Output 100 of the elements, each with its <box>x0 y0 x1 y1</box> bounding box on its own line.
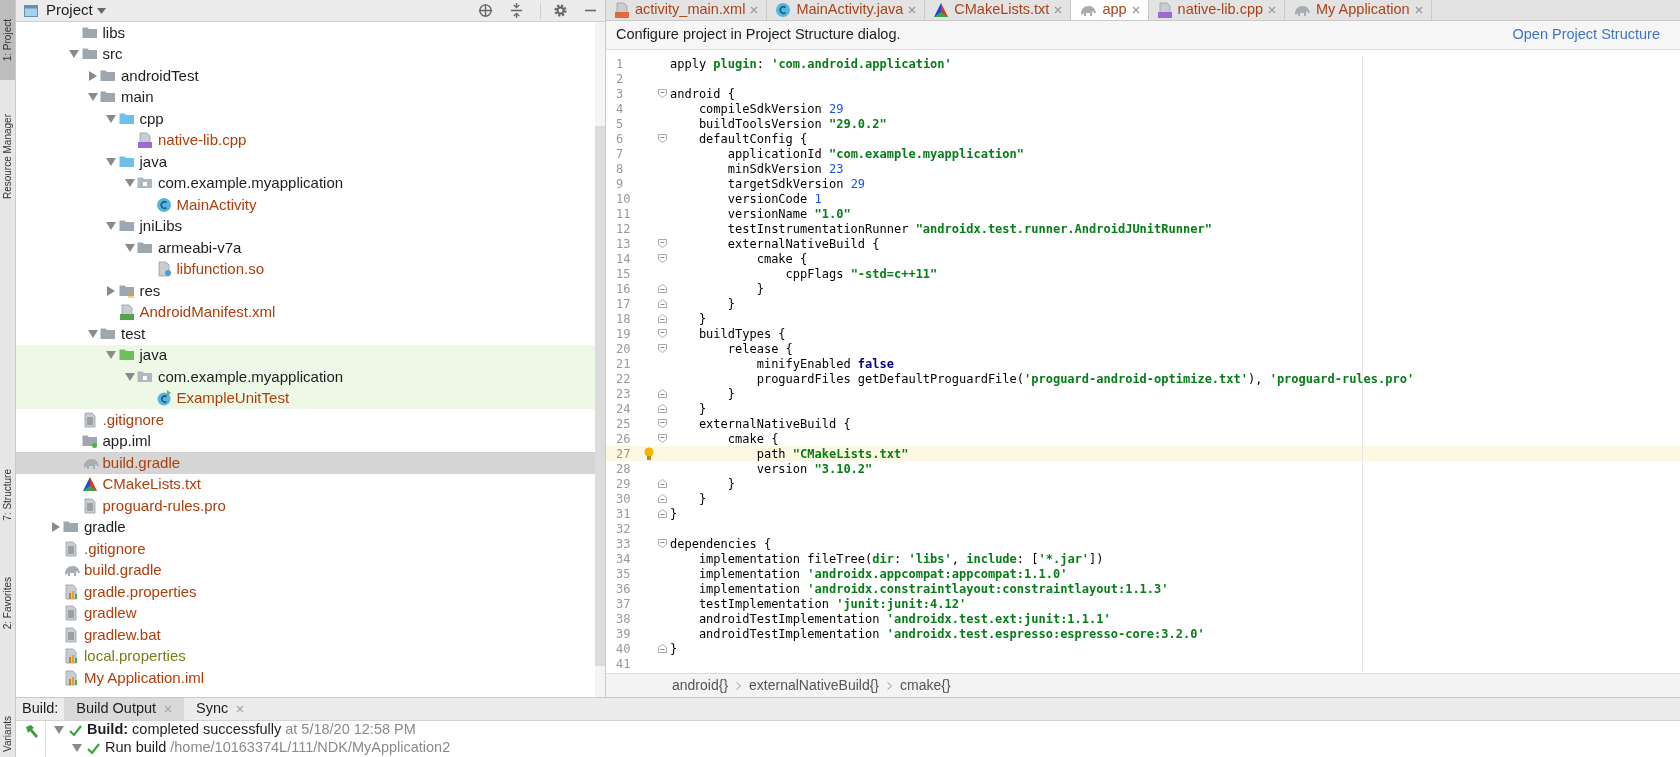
fold-icon[interactable] <box>658 389 667 398</box>
collapse-arrow-icon[interactable] <box>51 522 60 533</box>
close-icon[interactable] <box>1054 6 1063 14</box>
tool-window-tab[interactable]: 7: Structure <box>0 447 15 543</box>
collapse-arrow-icon[interactable] <box>88 70 97 81</box>
expand-arrow-icon[interactable] <box>106 351 116 360</box>
settings-icon[interactable] <box>553 3 568 18</box>
line-number: 7 <box>615 145 625 163</box>
build-tab[interactable]: Build Output <box>64 698 185 720</box>
project-view-dropdown[interactable]: Project <box>46 0 106 22</box>
fold-icon[interactable] <box>658 284 667 293</box>
close-icon[interactable] <box>908 6 917 14</box>
expand-arrow-icon[interactable] <box>87 93 98 102</box>
close-icon[interactable] <box>1131 6 1140 14</box>
tree-row[interactable]: com.example.myapplication <box>16 366 595 388</box>
tree-item-label: .gitignore <box>84 538 146 559</box>
tree-row[interactable]: native-lib.cpp <box>16 129 595 151</box>
code-line: androidTestImplementation 'androidx.test.espresso:espresso-core:3.2.0' <box>697 626 1205 643</box>
tree-row[interactable]: ExampleUnitTest <box>16 387 595 409</box>
fold-icon[interactable] <box>658 299 667 308</box>
code-line: apply plugin: 'com.android.application' <box>670 55 952 73</box>
tool-window-tab[interactable]: 2: Favorites <box>0 553 15 653</box>
tree-row[interactable]: test <box>16 323 595 345</box>
tree-row[interactable]: build.gradle <box>16 559 595 581</box>
fold-icon[interactable] <box>658 539 667 548</box>
fold-icon[interactable] <box>658 89 667 98</box>
tree-row[interactable]: main <box>16 86 595 108</box>
tree-row[interactable]: androidTest <box>16 65 595 87</box>
expand-arrow-icon[interactable] <box>87 329 98 338</box>
fold-icon[interactable] <box>658 329 667 338</box>
tree-item-label: local.properties <box>84 646 186 666</box>
fold-icon[interactable] <box>658 344 667 353</box>
tree-row[interactable]: src <box>16 43 595 65</box>
code-line: } <box>726 475 736 493</box>
code-line: implementation 'androidx.appcompat:appcompat:1.1.0' <box>697 566 1068 583</box>
tree-row[interactable]: jniLibs <box>16 215 595 237</box>
breadcrumb[interactable]: cmake{} <box>900 675 951 696</box>
expand-arrow-icon[interactable] <box>106 114 116 123</box>
fold-icon[interactable] <box>658 419 667 428</box>
collapse-all-icon[interactable] <box>509 3 524 18</box>
expand-arrow-icon[interactable] <box>124 243 135 252</box>
tool-window-tab[interactable]: 1: Project <box>0 0 15 80</box>
lightbulb-icon[interactable] <box>643 446 654 461</box>
breadcrumb[interactable]: externalNativeBuild{} <box>749 675 880 696</box>
code-line: externalNativeBuild { <box>697 415 851 433</box>
close-icon[interactable] <box>1414 6 1423 14</box>
tree-row[interactable]: armeabi-v7a <box>16 237 595 259</box>
fold-icon[interactable] <box>658 644 667 653</box>
tree-item-label: androidTest <box>121 65 199 86</box>
fold-icon[interactable] <box>658 239 667 248</box>
tree-row[interactable]: java <box>16 344 595 366</box>
breadcrumb[interactable]: android{} <box>672 675 729 696</box>
fold-icon[interactable] <box>658 494 667 503</box>
fold-icon[interactable] <box>658 254 667 263</box>
expand-arrow-icon[interactable] <box>106 157 116 166</box>
fold-icon[interactable] <box>658 134 667 143</box>
line-number: 31 <box>615 505 632 523</box>
collapse-arrow-icon[interactable] <box>107 285 115 296</box>
close-icon[interactable] <box>1268 6 1277 14</box>
fold-icon[interactable] <box>658 509 667 518</box>
tree-row[interactable]: .gitignore <box>16 409 595 431</box>
tree-row[interactable]: MainActivity <box>16 194 595 216</box>
tree-row[interactable]: com.example.myapplication <box>16 172 595 194</box>
tree-row[interactable]: gradle <box>16 516 595 538</box>
tree-row[interactable]: cpp <box>16 108 595 130</box>
tree-row[interactable]: proguard-rules.pro <box>16 495 595 517</box>
expand-arrow-icon[interactable] <box>72 744 82 752</box>
editor-tab[interactable]: app <box>1071 0 1149 20</box>
tree-row[interactable]: libs <box>16 22 595 44</box>
close-icon[interactable] <box>750 6 759 14</box>
open-project-structure-link[interactable]: Open Project Structure <box>1512 24 1660 46</box>
tree-row[interactable]: build.gradle <box>16 452 595 474</box>
tool-window-tab[interactable]: Variants <box>0 705 15 757</box>
fold-icon[interactable] <box>658 434 667 443</box>
tree-row[interactable]: gradlew.bat <box>16 624 595 646</box>
locate-icon[interactable] <box>478 3 493 18</box>
tree-row[interactable]: libfunction.so <box>16 258 595 280</box>
tree-row[interactable]: gradlew <box>16 602 595 624</box>
expand-arrow-icon[interactable] <box>54 726 64 734</box>
tree-row[interactable]: AndroidManifest.xml <box>16 301 595 323</box>
tree-row[interactable]: app.iml <box>16 430 595 452</box>
fold-icon[interactable] <box>658 404 667 413</box>
tree-row[interactable]: .gitignore <box>16 538 595 560</box>
scrollbar[interactable] <box>595 22 605 697</box>
tree-row[interactable]: gradle.properties <box>16 581 595 603</box>
expand-arrow-icon[interactable] <box>124 372 135 381</box>
tree-row[interactable]: local.properties <box>16 645 595 667</box>
tree-row[interactable]: CMakeLists.txt <box>16 473 595 495</box>
expand-arrow-icon[interactable] <box>124 179 135 188</box>
tree-row[interactable]: java <box>16 151 595 173</box>
tool-window-tab[interactable]: Resource Manager <box>0 94 15 219</box>
fold-icon[interactable] <box>658 479 667 488</box>
expand-arrow-icon[interactable] <box>106 222 116 231</box>
fold-icon[interactable] <box>658 314 667 323</box>
tree-item-label: cpp <box>139 108 164 129</box>
tree-row[interactable]: res <box>16 280 595 302</box>
build-tab[interactable]: Sync <box>184 698 257 720</box>
close-icon[interactable] <box>236 705 245 713</box>
tree-row[interactable]: My Application.iml <box>16 667 595 689</box>
expand-arrow-icon[interactable] <box>69 50 79 59</box>
